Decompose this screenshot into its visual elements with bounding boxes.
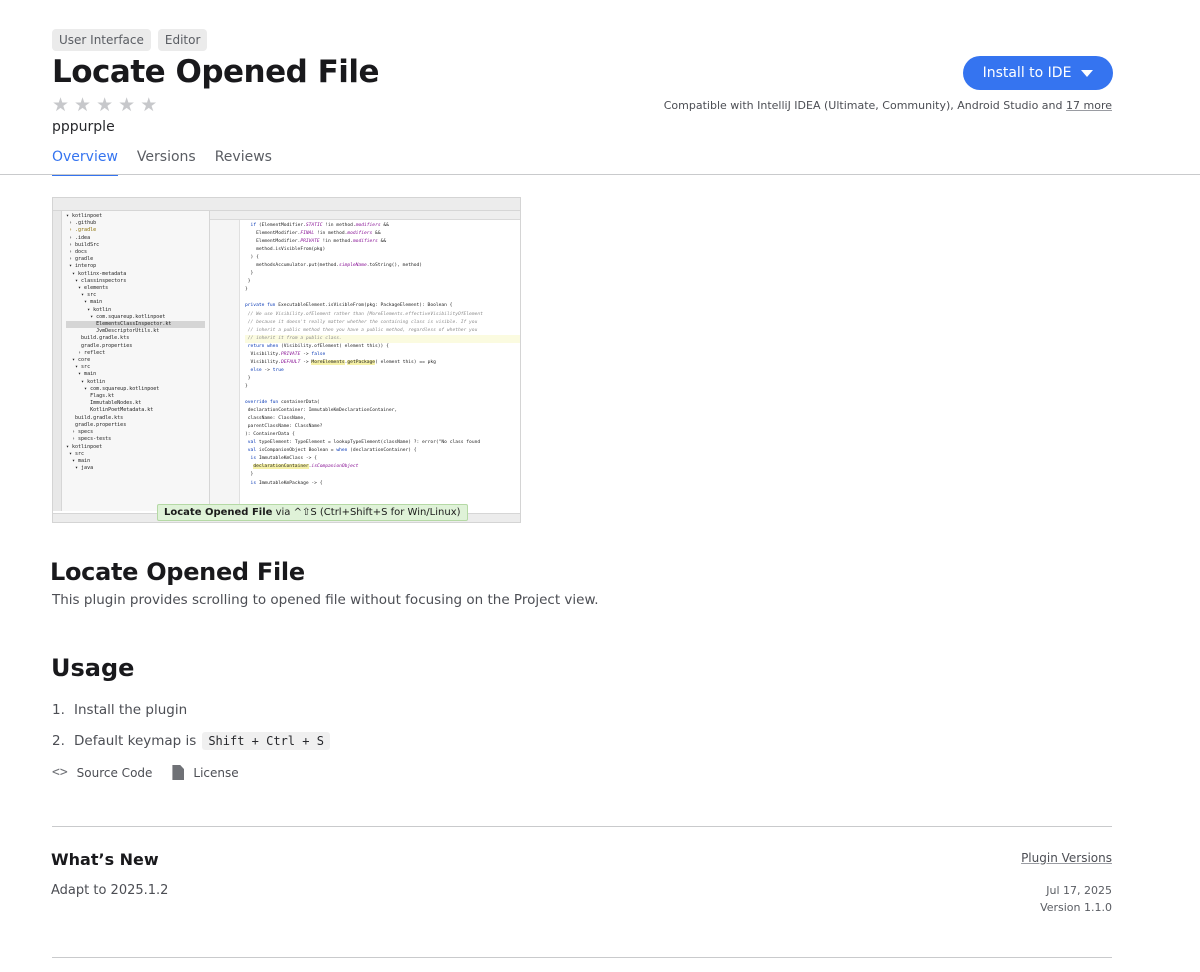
star-icon: ★ [96,94,114,116]
release-date: Jul 17, 2025 [1046,884,1112,897]
compat-label: Compatible with IntelliJ IDEA (Ultimate,… [663,99,1063,112]
compat-more-link[interactable]: 17 more [1066,99,1112,112]
whats-new-heading: What’s New [51,850,159,869]
source-code-label: Source Code [76,765,153,780]
ide-project-tree: ▾ kotlinpoet › .github › .gradle › .idea… [62,211,210,511]
star-icon: ★ [74,94,92,116]
whats-new-text: Adapt to 2025.1.2 [51,883,169,898]
compatibility-text: Compatible with IntelliJ IDEA (Ultimate,… [664,99,1112,112]
overlay-action-name: Locate Opened File [164,507,273,518]
release-version: Version 1.1.0 [1040,901,1112,914]
resource-links: <> Source Code License [52,765,239,780]
step-text: Install the plugin [74,701,188,718]
document-icon [172,765,185,780]
license-label: License [193,765,239,780]
list-item: 1. Install the plugin [52,694,330,725]
ide-editor-tabs [210,211,520,220]
overview-description: This plugin provides scrolling to opened… [52,592,599,608]
usage-heading: Usage [51,654,135,682]
vendor-link[interactable]: pppurple [52,119,115,135]
ide-side-strip [53,211,62,511]
install-to-ide-button[interactable]: Install to IDE [963,56,1113,90]
overview-heading: Locate Opened File [50,558,305,586]
plugin-screenshot[interactable]: ▾ kotlinpoet › .github › .gradle › .idea… [52,197,521,523]
ide-toolbar [53,198,520,211]
tag-user-interface[interactable]: User Interface [52,29,151,51]
ide-code-editor: if (ElementModifier.STATIC !in method.mo… [245,222,520,512]
tag-editor[interactable]: Editor [157,29,208,51]
list-item: 2. Default keymap is Shift + Ctrl + S [52,725,330,756]
code-brackets-icon: <> [52,765,68,780]
tab-reviews[interactable]: Reviews [215,149,272,176]
rating-stars: ★ ★ ★ ★ ★ [52,94,157,116]
tabs-divider [0,174,1200,175]
star-icon: ★ [118,94,136,116]
chevron-down-icon [1081,69,1094,77]
star-icon: ★ [140,94,158,116]
plugin-versions-link[interactable]: Plugin Versions [1021,851,1112,865]
tag-list: User Interface Editor [52,29,208,51]
section-divider [52,957,1112,958]
section-divider [52,826,1112,827]
tab-versions[interactable]: Versions [137,149,196,176]
tab-overview[interactable]: Overview [52,149,118,176]
step-text: Default keymap is [74,732,197,749]
plugin-tabs: Overview Versions Reviews [52,149,272,176]
step-number: 1. [52,701,65,718]
overlay-shortcut: via ^⇧S (Ctrl+Shift+S for Win/Linux) [272,507,461,518]
keymap-code: Shift + Ctrl + S [202,731,330,750]
star-icon: ★ [52,94,70,116]
usage-steps: 1. Install the plugin 2. Default keymap … [52,694,330,756]
plugin-title: Locate Opened File [52,54,380,90]
source-code-link[interactable]: <> Source Code [52,765,152,780]
shortcut-overlay: Locate Opened File via ^⇧S (Ctrl+Shift+S… [157,504,468,521]
install-button-label: Install to IDE [982,65,1072,81]
step-number: 2. [52,732,65,749]
license-link[interactable]: License [172,765,239,780]
ide-gutter [210,211,240,511]
